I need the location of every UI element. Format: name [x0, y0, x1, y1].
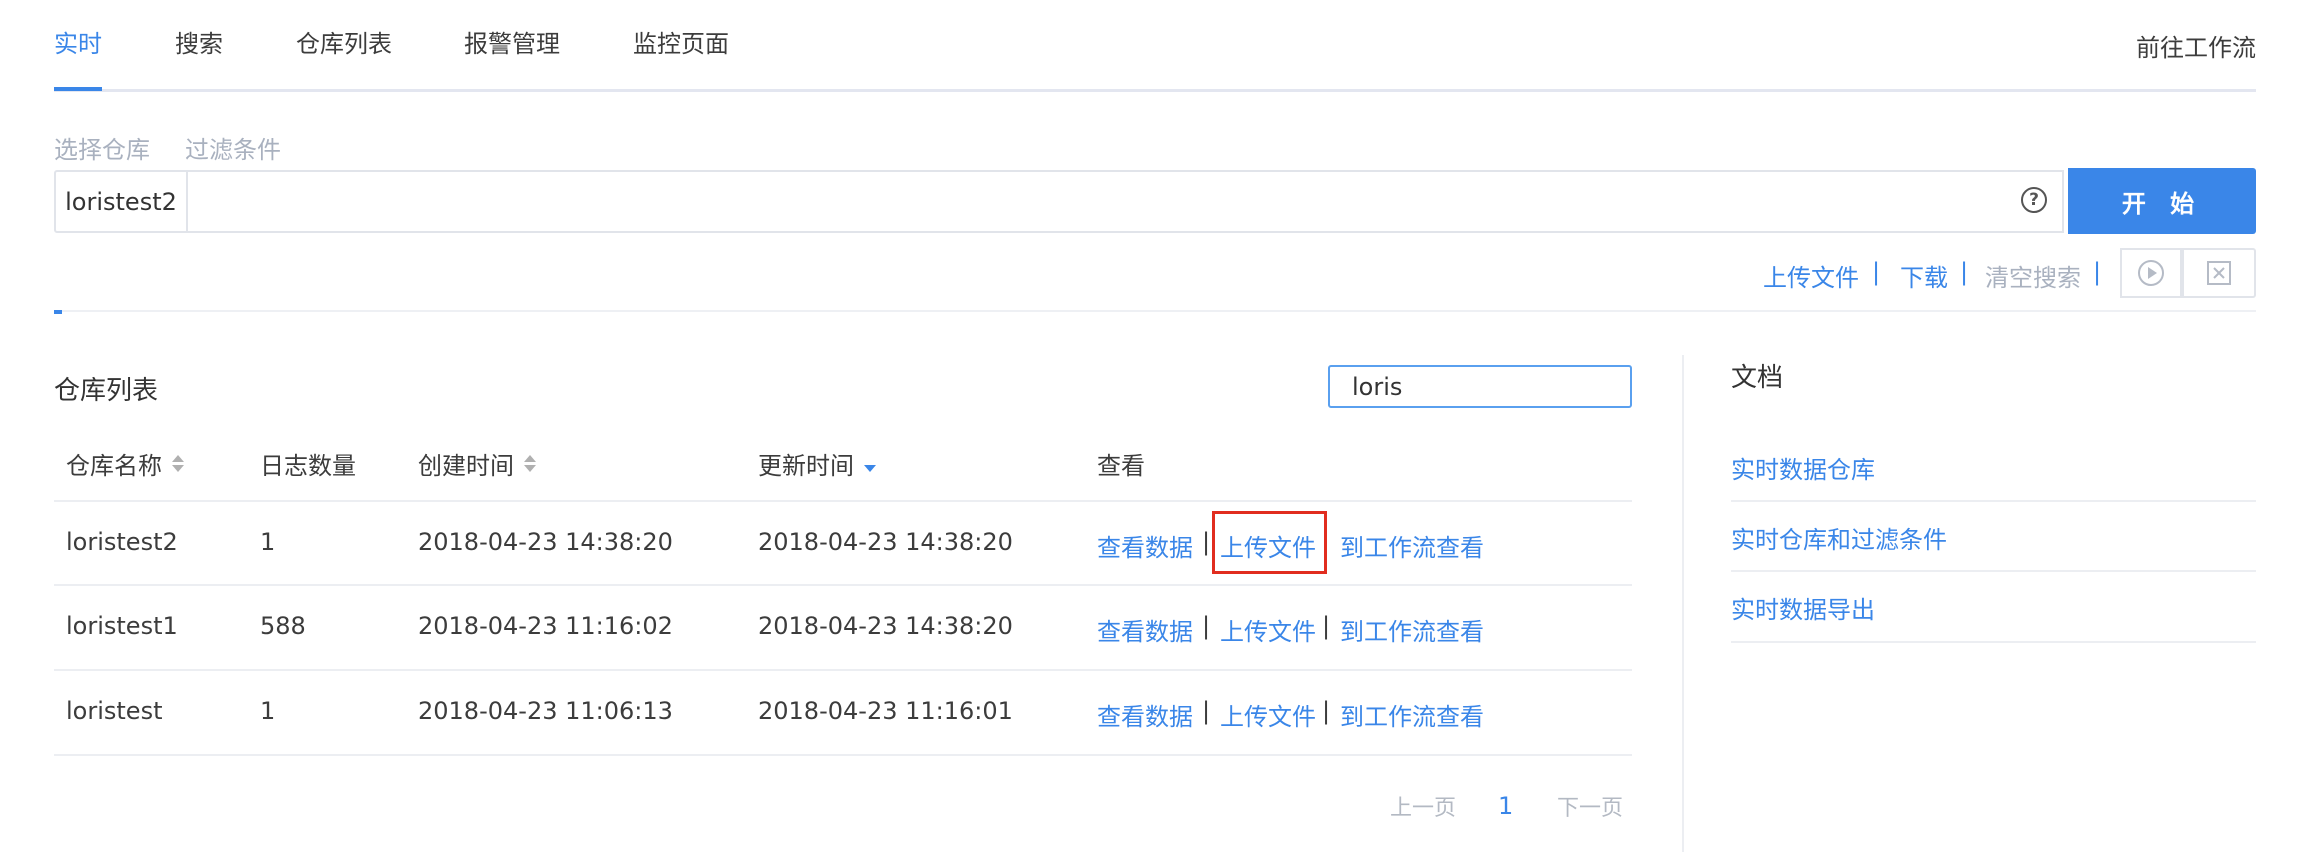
prev-page-button[interactable]: 上一页 — [1390, 790, 1456, 822]
separator: | — [1202, 612, 1211, 640]
log-count-cell: 1 — [260, 528, 276, 556]
sort-icon[interactable] — [524, 454, 536, 474]
separator: | — [1960, 258, 1969, 286]
column-header-label: 日志数量 — [260, 452, 356, 480]
log-count-cell: 588 — [260, 612, 306, 640]
select-repo-label[interactable]: 选择仓库 — [54, 130, 150, 165]
column-header-log-count: 日志数量 — [260, 446, 356, 481]
updated-time-cell: 2018-04-23 14:38:20 — [758, 528, 1013, 556]
created-time-cell: 2018-04-23 11:16:02 — [418, 612, 673, 640]
panel-divider — [1682, 355, 1684, 852]
created-time-cell: 2018-04-23 11:06:13 — [418, 697, 673, 725]
download-link[interactable]: 下载 — [1900, 258, 1948, 293]
progress-track — [54, 310, 2256, 312]
clear-search-link[interactable]: 清空搜索 — [1985, 258, 2081, 293]
upload-file-link[interactable]: 上传文件 — [1220, 697, 1316, 732]
column-header-repo-name[interactable]: 仓库名称 — [66, 446, 184, 481]
view-data-link[interactable]: 查看数据 — [1097, 697, 1193, 732]
tab-repo-list[interactable]: 仓库列表 — [296, 24, 392, 59]
column-header-label: 创建时间 — [418, 452, 514, 480]
question-circle-icon[interactable]: ? — [2021, 187, 2047, 213]
created-time-cell: 2018-04-23 14:38:20 — [418, 528, 673, 556]
column-header-updated-time[interactable]: 更新时间 — [758, 446, 876, 481]
row-divider — [54, 669, 1632, 671]
stop-button[interactable] — [2182, 248, 2256, 298]
active-tab-indicator — [54, 87, 102, 91]
repo-name-cell: loristest — [66, 697, 163, 725]
updated-time-cell: 2018-04-23 11:16:01 — [758, 697, 1013, 725]
doc-divider — [1731, 570, 2256, 572]
upload-file-link[interactable]: 上传文件 — [1220, 612, 1316, 647]
start-button[interactable]: 开 始 — [2068, 168, 2256, 234]
close-square-icon — [2207, 261, 2231, 285]
log-count-cell: 1 — [260, 697, 276, 725]
view-in-workflow-link[interactable]: 到工作流查看 — [1340, 612, 1484, 647]
selected-repo-tag[interactable]: loristest2 — [56, 172, 188, 231]
row-divider — [54, 584, 1632, 586]
current-page-number[interactable]: 1 — [1498, 792, 1513, 820]
filter-conditions-label[interactable]: 过滤条件 — [185, 130, 281, 165]
repo-list-title: 仓库列表 — [54, 376, 159, 406]
repo-name-cell: loristest2 — [66, 528, 178, 556]
highlight-box — [1212, 511, 1327, 574]
sort-desc-icon[interactable] — [864, 454, 876, 474]
progress-fill — [54, 310, 62, 314]
tab-monitor-page[interactable]: 监控页面 — [633, 24, 729, 59]
separator: | — [1872, 258, 1881, 286]
view-data-link[interactable]: 查看数据 — [1097, 612, 1193, 647]
next-page-button[interactable]: 下一页 — [1557, 790, 1623, 822]
doc-divider — [1731, 641, 2256, 643]
docs-title: 文档 — [1731, 363, 1784, 393]
doc-link-realtime-repo-filters[interactable]: 实时仓库和过滤条件 — [1731, 520, 1947, 555]
view-in-workflow-link[interactable]: 到工作流查看 — [1340, 528, 1484, 563]
separator: | — [1322, 612, 1331, 640]
column-header-label: 更新时间 — [758, 452, 854, 480]
header-divider — [54, 500, 1632, 502]
separator: | — [2093, 258, 2102, 286]
repo-filter-input[interactable] — [1328, 365, 1632, 408]
row-divider — [54, 754, 1632, 756]
tab-search[interactable]: 搜索 — [175, 24, 223, 59]
column-header-view: 查看 — [1097, 446, 1145, 481]
doc-link-realtime-data-repo[interactable]: 实时数据仓库 — [1731, 450, 1875, 485]
tabs-divider — [54, 89, 2256, 92]
sort-icon[interactable] — [172, 454, 184, 474]
upload-file-link[interactable]: 上传文件 — [1763, 258, 1859, 293]
doc-divider — [1731, 500, 2256, 502]
column-header-label: 仓库名称 — [66, 452, 162, 480]
play-circle-icon — [2138, 260, 2164, 286]
view-data-link[interactable]: 查看数据 — [1097, 528, 1193, 563]
repo-name-cell: loristest1 — [66, 612, 178, 640]
column-header-created-time[interactable]: 创建时间 — [418, 446, 536, 481]
updated-time-cell: 2018-04-23 14:38:20 — [758, 612, 1013, 640]
goto-workflow-link[interactable]: 前往工作流 — [2136, 28, 2256, 63]
tab-realtime[interactable]: 实时 — [54, 24, 102, 59]
separator: | — [1202, 697, 1211, 725]
column-header-label: 查看 — [1097, 452, 1145, 480]
view-in-workflow-link[interactable]: 到工作流查看 — [1340, 697, 1484, 732]
separator: | — [1202, 528, 1211, 556]
separator: | — [1322, 697, 1331, 725]
doc-link-realtime-data-export[interactable]: 实时数据导出 — [1731, 590, 1875, 625]
play-button[interactable] — [2120, 248, 2182, 298]
search-bar[interactable]: loristest2 ? — [54, 170, 2064, 233]
tab-alert-management[interactable]: 报警管理 — [464, 24, 560, 59]
